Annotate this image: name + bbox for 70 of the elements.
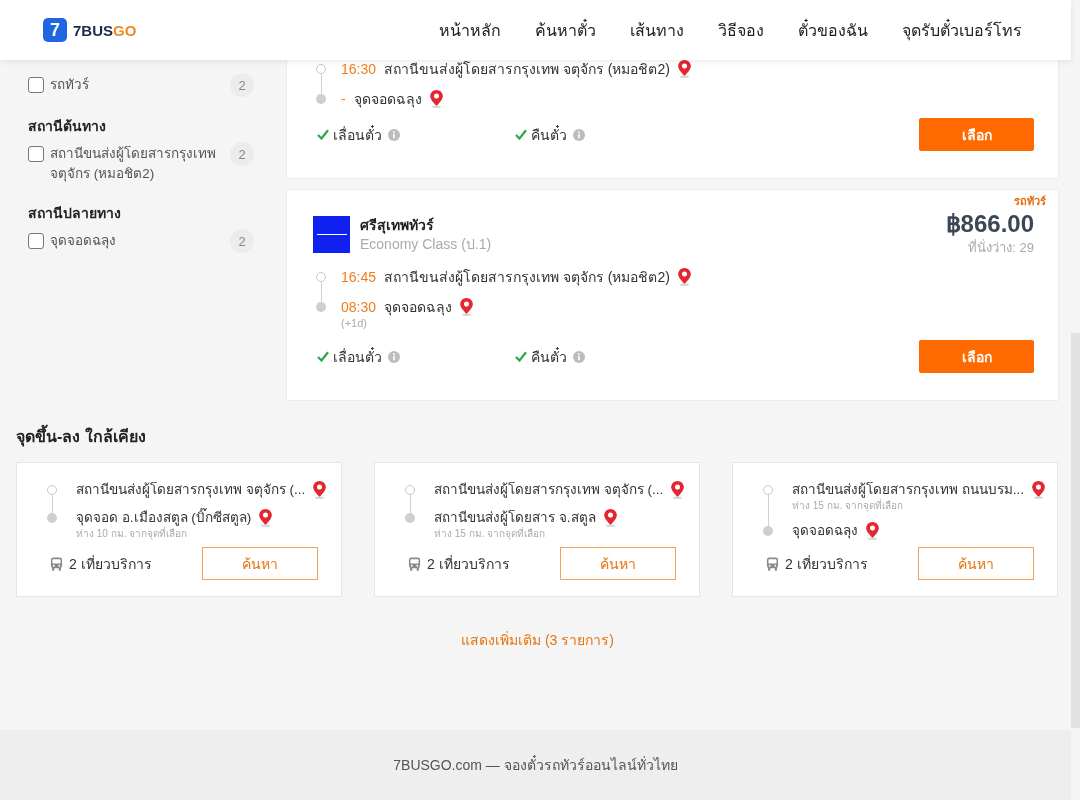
stop-name: จุดจอด อ.เมืองสตูล (บิ๊กซีสตูล) [76,509,252,527]
map-pin-icon[interactable] [1032,481,1045,499]
price: ฿866.00 [945,212,1034,236]
map-pin-icon[interactable] [460,298,474,316]
day-offset: (+1d) [341,316,368,330]
map-pin-icon[interactable] [429,90,443,108]
nav-link[interactable]: จุดรับตั๋วเบอร์โทร [902,17,1022,43]
nav-link[interactable]: เส้นทาง [630,17,684,43]
section-title: จุดขึ้น-ลง ใกล้เคียง [16,426,1059,448]
count-badge: 2 [230,229,254,253]
operator-name: ศรีสุเทพทัวร์ [360,216,435,234]
stop-name: จุดจอดฉลุง [792,522,858,540]
checkbox[interactable] [28,77,44,93]
bus-icon [50,556,63,571]
map-pin-icon[interactable] [671,481,685,499]
checkbox[interactable] [28,146,44,162]
seat-class: Economy Class (ป.1) [360,235,492,254]
filter-heading: สถานีปลายทาง [28,204,122,223]
feature-label: คืนตั๋ว [531,346,567,367]
stop-name: จุดจอดฉลุง [353,90,422,108]
stop-name: จุดจอดฉลุง [384,298,453,316]
end-point-icon [47,513,57,523]
nav-link[interactable]: หน้าหลัก [439,17,501,43]
nav-link[interactable]: วิธีจอง [718,17,764,43]
stop-name: สถานีขนส่งผู้โดยสารกรุงเทพ จตุจักร (หมอชิต2) [384,268,670,286]
stop-time: 08:30 [341,298,377,316]
map-pin-icon[interactable] [313,481,327,499]
distance-note: ห่าง 15 กม. จากจุดที่เลือก [792,499,904,512]
stop-time: 16:45 [341,268,377,286]
map-pin-icon[interactable] [866,522,879,540]
map-pin-icon[interactable] [603,509,617,527]
operator-logo [313,216,350,253]
stop-time: 16:30 [341,60,377,78]
feature-label: เลื่อนตั๋ว [333,346,382,367]
feature-label: เลื่อนตั๋ว [333,124,382,145]
filter-heading: สถานีต้นทาง [28,117,107,136]
trip-count: 2 เที่ยวบริการ [69,554,152,574]
end-point-icon [316,94,326,104]
stop-name: สถานีขนส่งผู้โดยสารกรุงเทพ ถนนบรม... [792,481,1024,499]
seats-available: ที่นั่งว่าง: 29 [967,239,1034,257]
trip-count: 2 เที่ยวบริการ [427,554,510,574]
distance-note: ห่าง 15 กม. จากจุดที่เลือก [434,527,546,540]
bus-icon [408,556,421,571]
nav-link[interactable]: ตั๋วของฉัน [798,17,868,43]
end-point-icon [405,513,415,523]
logo-mark[interactable]: 7 [43,18,67,42]
stop-name: สถานีขนส่งผู้โดยสาร จ.สตูล [434,509,596,527]
map-pin-icon[interactable] [259,509,273,527]
checkbox[interactable] [28,233,44,249]
stop-time: - [341,90,346,108]
filter-label[interactable]: สถานีขนส่งผู้โดยสารกรุงเทพ จตุจักร (หมอชิต2) [50,142,216,184]
logo-wordmark[interactable]: 7BUS [73,21,113,39]
filter-label[interactable]: จุดจอดฉลุง [50,229,216,251]
footer-text: 7BUSGO.com — จองตั๋วรถทัวร์ออนไลน์ทั่วไทย [393,754,678,775]
count-badge: 2 [230,142,254,166]
map-pin-icon[interactable] [677,268,691,286]
stop-name: สถานีขนส่งผู้โดยสารกรุงเทพ จตุจักร (หมอชิต2) [384,60,670,78]
filter-label[interactable]: รถทัวร์ [50,73,216,95]
map-pin-icon[interactable] [677,60,691,78]
stop-name: สถานีขนส่งผู้โดยสารกรุงเทพ จตุจักร (... [434,481,664,499]
vehicle-type-tag: รถทัวร์ [1014,193,1046,209]
distance-note: ห่าง 10 กม. จากจุดที่เลือก [76,527,188,540]
bus-icon [766,556,779,571]
stop-name: สถานีขนส่งผู้โดยสารกรุงเทพ จตุจักร (... [76,481,306,499]
end-point-icon [316,302,326,312]
feature-label: คืนตั๋ว [531,124,567,145]
trip-count: 2 เที่ยวบริการ [785,554,868,574]
nav-link[interactable]: ค้นหาตั๋ว [535,17,596,43]
count-badge: 2 [230,73,254,97]
end-point-icon [763,526,773,536]
